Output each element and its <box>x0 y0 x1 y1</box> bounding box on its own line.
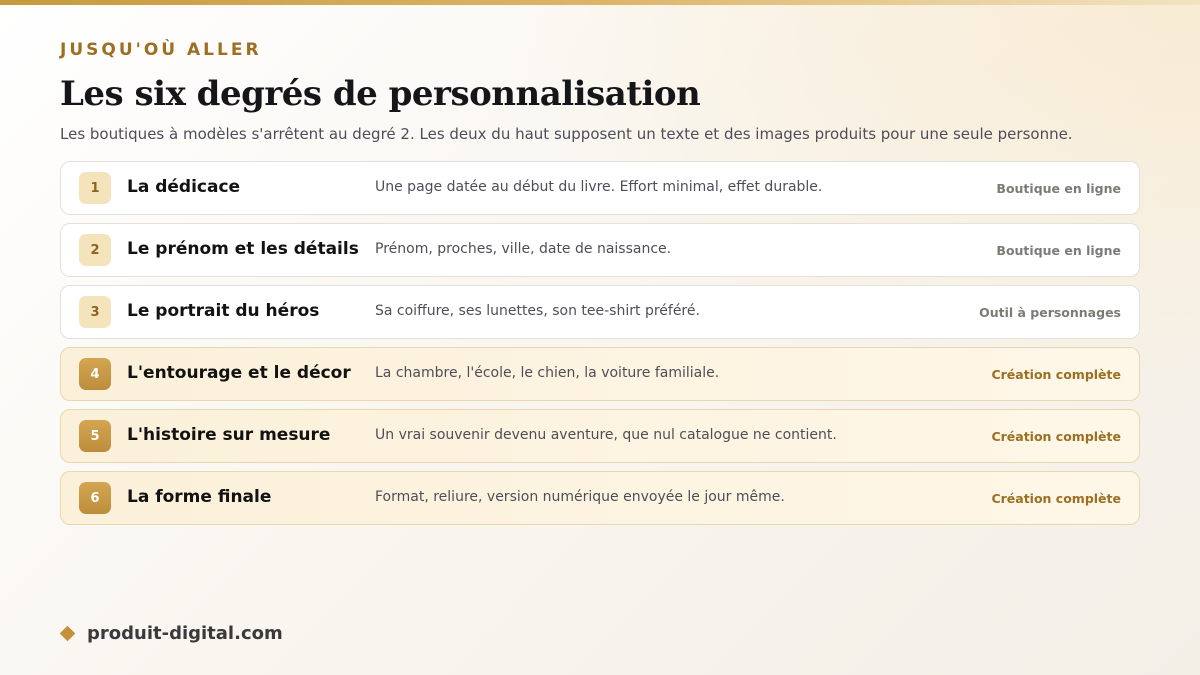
footer: produit-digital.com <box>59 623 283 644</box>
degree-row-5: 5 L'histoire sur mesure Un vrai souvenir… <box>60 409 1140 463</box>
degree-number-badge: 2 <box>79 234 111 266</box>
degree-row-2: 2 Le prénom et les détails Prénom, proch… <box>60 223 1140 277</box>
degree-name: Le prénom et les détails <box>127 239 359 259</box>
page-subtitle: Les boutiques à modèles s'arrêtent au de… <box>60 125 1073 143</box>
degree-row-4: 4 L'entourage et le décor La chambre, l'… <box>60 347 1140 401</box>
degree-description: Prénom, proches, ville, date de naissanc… <box>375 241 672 257</box>
brand-name: produit-digital.com <box>87 623 283 644</box>
degree-name: L'histoire sur mesure <box>127 425 331 445</box>
degree-number-badge: 4 <box>79 358 111 390</box>
degree-description: Sa coiffure, ses lunettes, son tee-shirt… <box>375 303 700 319</box>
degree-name: Le portrait du héros <box>127 301 320 321</box>
degree-name: L'entourage et le décor <box>127 363 351 383</box>
degree-number-badge: 5 <box>79 420 111 452</box>
top-accent-bar <box>0 0 1200 5</box>
degree-tag: Création complète <box>991 367 1121 382</box>
degree-tag: Boutique en ligne <box>996 243 1121 258</box>
degree-number-badge: 1 <box>79 172 111 204</box>
degree-tag: Création complète <box>991 429 1121 444</box>
degree-tag: Outil à personnages <box>979 305 1121 320</box>
degree-list: 1 La dédicace Une page datée au début du… <box>60 161 1140 533</box>
degree-description: Une page datée au début du livre. Effort… <box>375 179 823 195</box>
degree-tag: Création complète <box>991 491 1121 506</box>
eyebrow-label: JUSQU'OÙ ALLER <box>60 40 262 60</box>
diamond-icon <box>59 625 76 642</box>
degree-description: Format, reliure, version numérique envoy… <box>375 489 785 505</box>
degree-name: La forme finale <box>127 487 272 507</box>
degree-description: La chambre, l'école, le chien, la voitur… <box>375 365 720 381</box>
degree-row-3: 3 Le portrait du héros Sa coiffure, ses … <box>60 285 1140 339</box>
degree-number-badge: 6 <box>79 482 111 514</box>
page-title: Les six degrés de personnalisation <box>60 74 701 114</box>
degree-name: La dédicace <box>127 177 241 197</box>
degree-number-badge: 3 <box>79 296 111 328</box>
degree-description: Un vrai souvenir devenu aventure, que nu… <box>375 427 837 443</box>
degree-row-1: 1 La dédicace Une page datée au début du… <box>60 161 1140 215</box>
degree-row-6: 6 La forme finale Format, reliure, versi… <box>60 471 1140 525</box>
degree-tag: Boutique en ligne <box>996 181 1121 196</box>
